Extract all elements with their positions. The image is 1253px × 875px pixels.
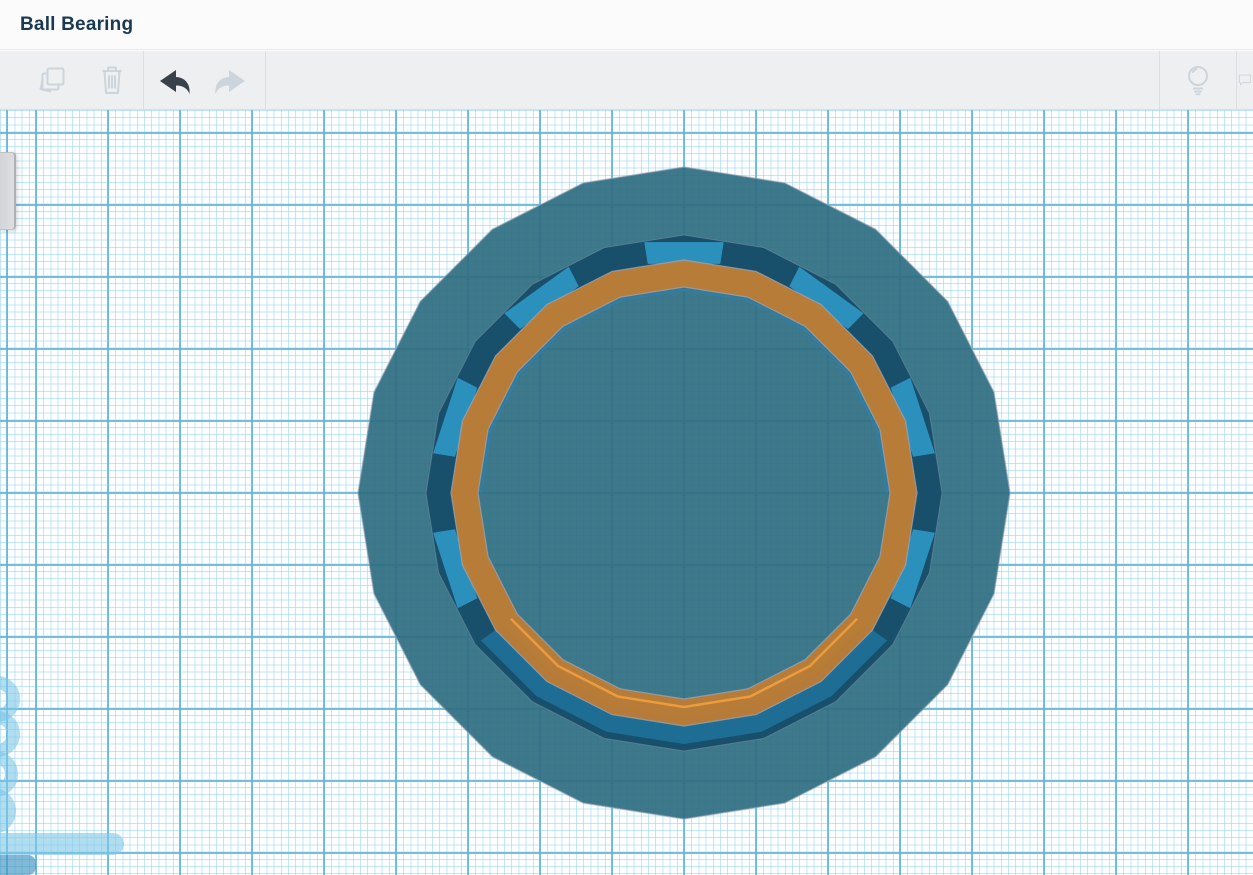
toolbar-right-group (1159, 51, 1253, 109)
duplicate-button[interactable] (30, 51, 74, 109)
undo-icon (156, 65, 192, 95)
notes-button[interactable] (1237, 51, 1253, 109)
toolbar (0, 51, 1253, 110)
toolbar-left-group (0, 51, 266, 109)
design-title: Ball Bearing (20, 14, 133, 36)
redo-icon (213, 65, 249, 95)
cad-app-window: Ball Bearing (0, 0, 1253, 875)
toolbar-separator (265, 51, 266, 109)
ball-bearing-model[interactable] (0, 110, 1253, 875)
title-bar: Ball Bearing (0, 0, 1253, 50)
design-canvas[interactable] (0, 110, 1253, 875)
comment-icon (1237, 64, 1253, 96)
tips-button[interactable] (1160, 51, 1236, 109)
undo-button[interactable] (152, 51, 196, 109)
view-cube-partial[interactable] (0, 152, 16, 230)
toolbar-separator (143, 51, 144, 109)
delete-button[interactable] (90, 51, 134, 109)
redo-button[interactable] (209, 51, 253, 109)
trash-icon (97, 64, 127, 96)
lightbulb-icon (1183, 63, 1213, 97)
duplicate-icon (36, 64, 68, 96)
